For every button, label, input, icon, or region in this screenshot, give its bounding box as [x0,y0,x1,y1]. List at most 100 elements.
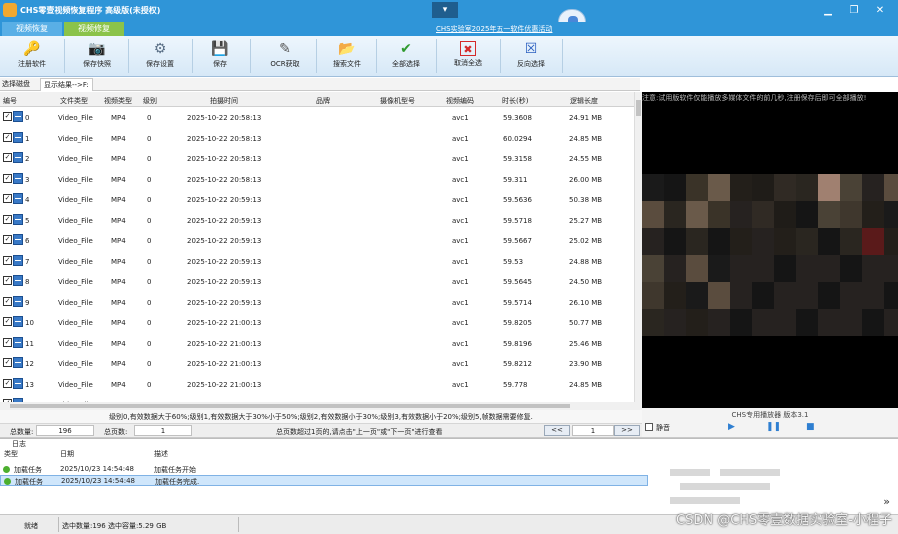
cell-duration: 59.5636 [503,196,532,204]
row-checkbox[interactable]: ✓ [3,132,12,142]
table-row[interactable]: ✓ 0 Video_File MP4 0 2025-10-22 20:58:13 avc1 5… [0,107,634,127]
row-checkbox[interactable]: ✓ [3,153,12,162]
table-row[interactable]: ✓ 7 Video_File MP4 0 2025-10-22 20:59:13 avc1 5… [0,251,634,271]
table-row[interactable]: ✓ 2 Video_File MP4 0 2025-10-22 20:58:13 avc1 5… [0,148,634,168]
table-horizontal-scrollbar[interactable] [0,402,642,410]
search-files-button[interactable]: 📂 搜索文件 [324,37,370,75]
frame-pixel [840,228,862,255]
col-header-codec[interactable]: 视频编码 [446,96,474,106]
col-header-camera-model[interactable]: 摄像机型号 [380,96,415,106]
settings-icon: ⚙ [153,41,167,57]
deselect-all-button[interactable]: ✖ 取消全选 [444,37,492,75]
row-checkbox[interactable]: ✓ [3,173,12,183]
row-checkbox[interactable]: ✓ [3,337,12,347]
cell-file-type: Video_File [58,114,93,122]
row-checkbox[interactable]: ✓ [3,112,12,121]
select-disk-tab[interactable]: 选择磁盘 [2,78,30,90]
close-icon[interactable]: ✕ [874,5,886,17]
pager: 总数量: 196 总页数: 1 总页数超过1页的,请点击"上一页"或"下一页"进… [0,424,642,438]
table-row[interactable]: ✓ 3 Video_File MP4 0 2025-10-22 20:58:13 avc1 5… [0,169,634,189]
table-row[interactable]: ✓ 12 Video_File MP4 0 2025-10-22 21:00:13 avc1… [0,353,634,373]
prev-page-button[interactable]: << [544,425,570,436]
chevron-down-icon[interactable]: ▾ [432,2,458,18]
video-preview[interactable]: 注意:试用版软件仅能播放多媒体文件的前几秒,注册保存后即可全部播放! [642,92,898,408]
restore-icon[interactable]: ❐ [848,5,860,17]
app-logo-icon [3,3,17,17]
select-all-button[interactable]: ✔ 全部选择 [384,37,428,75]
status-divider [238,517,239,532]
video-file-icon [13,275,23,286]
cell-video-type: MP4 [111,339,126,348]
cell-level: 0 [147,114,152,122]
table-row[interactable]: ✓ 9 Video_File MP4 0 2025-10-22 20:59:13 avc1 5… [0,292,634,312]
log-row[interactable]: 加载任务 2025/10/23 14:54:48 加载任务开始 [0,464,650,475]
row-checkbox[interactable]: ✓ [3,235,12,244]
video-file-icon [13,131,23,143]
row-checkbox[interactable]: ✓ [3,255,12,265]
double-chevron-right-icon[interactable]: » [883,495,890,508]
col-header-video-type[interactable]: 视频类型 [104,96,132,106]
frame-pixel [686,282,708,309]
table-vertical-scrollbar[interactable] [634,92,642,402]
play-icon[interactable]: ▶ [728,422,735,432]
save-snapshot-button[interactable]: 📷 保存快照 [72,37,122,75]
next-page-button[interactable]: >> [614,425,640,436]
row-checkbox[interactable]: ✓ [3,358,12,367]
table-row[interactable]: ✓ 1 Video_File MP4 0 2025-10-22 20:58:13 avc1 6… [0,128,634,148]
log-col-type[interactable]: 类型 [4,449,18,459]
row-checkbox[interactable]: ✓ [3,317,12,326]
save-settings-button[interactable]: ⚙ 保存设置 [136,37,184,75]
cell-duration: 59.5645 [503,278,532,286]
pause-icon[interactable]: ❚❚ [766,422,781,432]
table-row[interactable]: ✓14Video_FileMP402025-10-22 21:01:13avc1… [0,394,634,402]
tab-video-recovery[interactable]: 视频恢复 [2,22,62,36]
disk-icon: 💾 [211,41,229,57]
row-checkbox[interactable]: ✓ [3,276,12,285]
invert-selection-button[interactable]: ☒ 反向选择 [508,37,554,75]
mute-label: 静音 [656,424,670,432]
table-row[interactable]: ✓ 13 Video_File MP4 0 2025-10-22 21:00:13 avc1… [0,374,634,394]
frame-pixel [642,282,664,309]
register-button[interactable]: 🔑 注册软件 [8,37,56,75]
scroll-thumb[interactable] [10,404,570,408]
cell-size: 26.00 MB [569,175,603,184]
table-row[interactable]: ✓ 8 Video_File MP4 0 2025-10-22 20:59:13 avc1 5… [0,271,634,291]
frame-pixel [730,255,752,282]
promo-link[interactable]: CHS实验室2025年五一软件优惠活动 [436,24,552,34]
tab-video-repair[interactable]: 视频修复 [64,22,124,36]
table-row[interactable]: ✓ 6 Video_File MP4 0 2025-10-22 20:59:13 avc1 5… [0,230,634,250]
log-col-date[interactable]: 日期 [60,449,74,459]
display-result-tab[interactable]: 显示结果-->F: [40,78,93,91]
col-header-id[interactable]: 编号 [3,96,17,106]
video-file-icon [13,295,23,307]
ocr-button[interactable]: ✎ OCR获取 [260,37,310,75]
frame-pixel [752,201,774,228]
cell-time: 2025-10-22 20:59:13 [187,257,262,266]
col-header-file-type[interactable]: 文件类型 [60,96,88,106]
col-header-duration[interactable]: 时长(秒) [502,96,528,106]
frame-pixel [730,201,752,228]
save-button[interactable]: 💾 保存 [200,37,240,75]
col-header-size[interactable]: 逻辑长度 [570,96,598,106]
table-row[interactable]: ✓ 5 Video_File MP4 0 2025-10-22 20:59:13 avc1 5… [0,210,634,230]
page-input[interactable]: 1 [572,425,614,436]
stop-icon[interactable]: ■ [806,422,815,432]
table-row[interactable]: ✓ 11 Video_File MP4 0 2025-10-22 21:00:13 avc1… [0,333,634,353]
row-checkbox[interactable]: ✓ [3,194,12,203]
row-checkbox[interactable]: ✓ [3,296,12,306]
col-header-brand[interactable]: 品牌 [316,96,330,106]
mute-checkbox[interactable]: 静音 [645,423,670,433]
cell-time: 2025-10-22 21:00:13 [187,380,262,389]
cell-file-type: Video_File [58,196,93,204]
col-header-level[interactable]: 级别 [143,96,157,106]
table-row[interactable]: ✓ 4 Video_File MP4 0 2025-10-22 20:59:13 avc1 5… [0,189,634,209]
row-checkbox[interactable]: ✓ [3,214,12,224]
log-col-desc[interactable]: 描述 [154,449,168,459]
row-checkbox[interactable]: ✓ [3,378,12,388]
col-header-time[interactable]: 拍摄时间 [210,96,238,106]
cell-codec: avc1 [452,380,469,389]
scroll-thumb[interactable] [636,100,641,116]
log-row-selected[interactable]: 加载任务 2025/10/23 14:54:48 加载任务完成. [0,475,648,486]
table-row[interactable]: ✓ 10 Video_File MP4 0 2025-10-22 21:00:13 avc1… [0,312,634,332]
minimize-icon[interactable]: ▁ [822,5,834,17]
